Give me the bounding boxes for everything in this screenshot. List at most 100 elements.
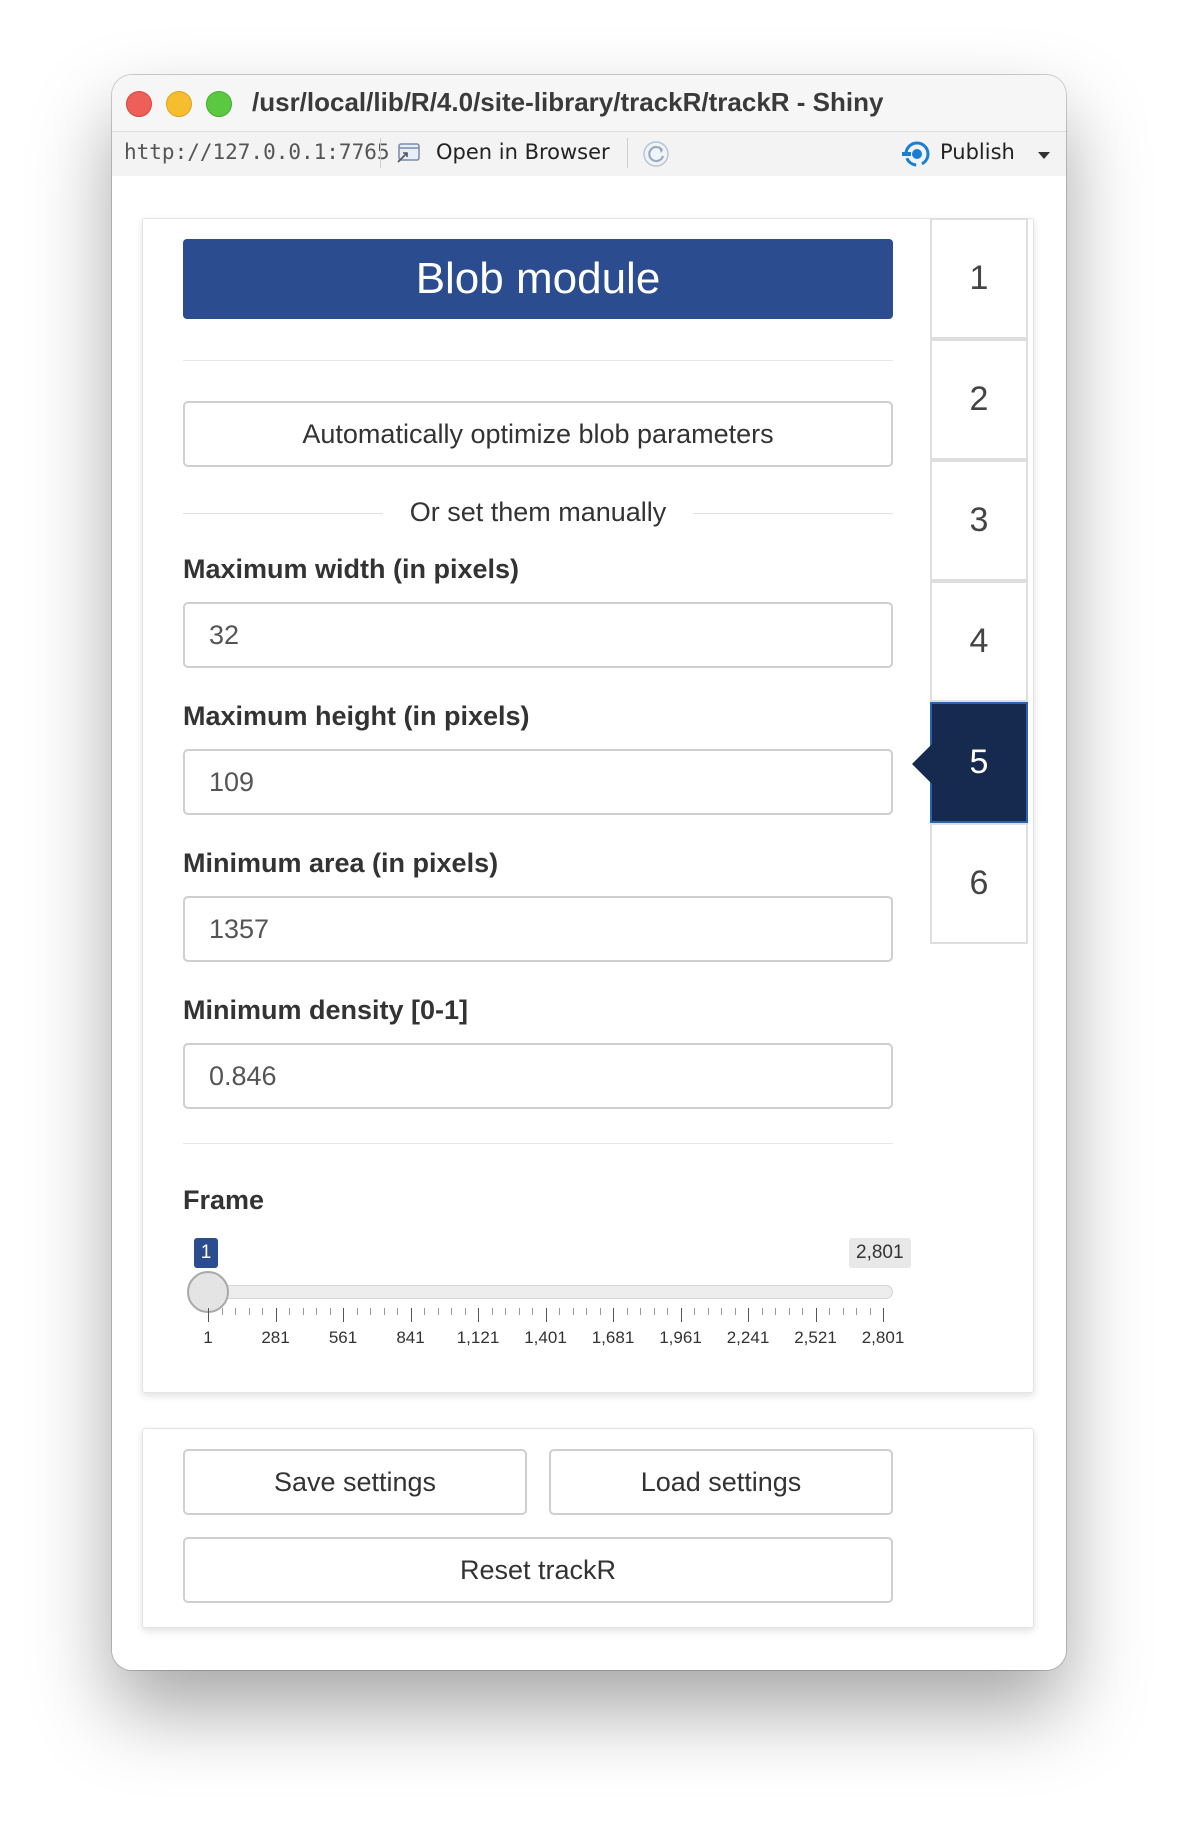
slider-minor-tick [437,1308,439,1315]
title-bar: /usr/local/lib/R/4.0/site-library/trackR… [112,75,1066,131]
module-title: Blob module [183,239,893,319]
slider-major-tick [410,1308,412,1322]
tab-2[interactable]: 2 [930,339,1028,460]
slider-minor-tick [829,1308,830,1315]
open-in-browser-icon[interactable] [396,142,422,164]
slider-minor-tick [761,1308,763,1315]
app-content: Blob module Automatically optimize blob … [112,176,1066,1670]
slider-major-tick [208,1308,209,1322]
toolbar-separator [380,138,381,168]
settings-panel: Save settings Load settings Reset trackR [142,1428,1034,1628]
slider-major-tick [883,1308,884,1322]
slider-minor-tick [707,1308,709,1315]
slider-minor-tick [775,1308,776,1315]
minimize-window-button[interactable] [166,91,192,117]
tab-4[interactable]: 4 [930,581,1028,702]
slider-minor-tick [667,1308,668,1315]
slider-minor-tick [599,1308,601,1315]
slider-tick-label: 1,121 [456,1328,500,1347]
divider [183,360,893,361]
slider-minor-tick [788,1308,790,1315]
max-width-input[interactable]: 32 [183,602,893,668]
slider-major-tick [343,1308,344,1322]
slider-minor-tick [235,1308,236,1315]
slider-minor-tick [424,1308,425,1315]
min-density-input[interactable]: 0.846 [183,1043,893,1109]
slider-minor-tick [802,1308,803,1315]
slider-minor-tick [464,1308,466,1315]
zoom-window-button[interactable] [206,91,232,117]
slider-minor-tick [586,1308,587,1315]
min-density-label: Minimum density [0-1] [183,995,469,1025]
active-tab-pointer [912,744,932,784]
save-settings-button[interactable]: Save settings [183,1449,527,1515]
tab-label: 5 [969,743,989,781]
slider-minor-tick [383,1308,385,1315]
slider-minor-tick [572,1308,574,1315]
slider-tick-label: 2,241 [726,1328,770,1347]
slider-tick-label: 1,681 [591,1328,635,1347]
tab-1[interactable]: 1 [930,218,1028,339]
slider-minor-tick [248,1308,250,1315]
slider-minor-tick [262,1308,263,1315]
tab-5-active[interactable]: 5 [912,702,1028,823]
slider-minor-tick [721,1308,722,1315]
close-window-button[interactable] [126,91,152,117]
frame-slider-track[interactable] [207,1285,893,1299]
chevron-down-icon[interactable] [1038,152,1050,159]
tab-6[interactable]: 6 [930,823,1028,944]
slider-minor-tick [559,1308,560,1315]
min-area-input[interactable]: 1357 [183,896,893,962]
slider-minor-tick [356,1308,358,1315]
slider-minor-tick [491,1308,493,1315]
slider-tick-label: 1 [203,1328,213,1347]
window-title: /usr/local/lib/R/4.0/site-library/trackR… [252,87,884,117]
blob-module-panel: Blob module Automatically optimize blob … [142,218,1034,1393]
slider-minor-tick [694,1308,695,1315]
slider-tick-label: 561 [328,1328,358,1347]
viewer-toolbar: http://127.0.0.1:7765 Open in Browser Pu… [112,131,1066,177]
slider-major-tick [815,1308,817,1322]
app-window: /usr/local/lib/R/4.0/site-library/trackR… [112,75,1066,1670]
slider-major-tick [680,1308,682,1322]
frame-slider-handle[interactable] [187,1271,229,1313]
slider-minor-tick [532,1308,533,1315]
tab-3[interactable]: 3 [930,460,1028,581]
slider-minor-tick [329,1308,331,1315]
slider-minor-tick [316,1308,317,1315]
slider-major-tick [748,1308,749,1322]
divider [183,1143,893,1144]
manual-divider-text: Or set them manually [409,497,667,527]
slider-tick-label: 281 [261,1328,290,1347]
min-area-label: Minimum area (in pixels) [183,848,499,878]
slider-minor-tick [397,1308,398,1315]
slider-major-tick [478,1308,479,1322]
slider-minor-tick [302,1308,304,1315]
refresh-icon[interactable] [642,140,670,168]
slider-minor-tick [518,1308,520,1315]
app-url[interactable]: http://127.0.0.1:7765 [124,140,390,164]
slider-minor-tick [451,1308,452,1315]
slider-tick-label: 1,401 [524,1328,567,1347]
slider-tick-label: 2,801 [861,1328,905,1347]
frame-label: Frame [183,1185,265,1215]
max-width-label: Maximum width (in pixels) [183,554,520,584]
max-height-label: Maximum height (in pixels) [183,701,530,731]
frame-slider-value: 1 [194,1238,218,1268]
load-settings-button[interactable]: Load settings [549,1449,893,1515]
slider-minor-tick [734,1308,736,1315]
optimize-blob-parameters-button[interactable]: Automatically optimize blob parameters [183,401,893,467]
slider-major-tick [613,1308,614,1322]
max-height-input[interactable]: 109 [183,749,893,815]
slider-minor-tick [653,1308,655,1315]
slider-minor-tick [869,1308,871,1315]
publish-icon[interactable] [902,140,932,168]
slider-major-tick [545,1308,547,1322]
open-in-browser-button[interactable]: Open in Browser [436,140,610,164]
reset-trackr-button[interactable]: Reset trackR [183,1537,893,1603]
slider-minor-tick [640,1308,641,1315]
slider-minor-tick [289,1308,290,1315]
publish-button[interactable]: Publish [940,140,1015,164]
slider-tick-label: 2,521 [794,1328,837,1347]
slider-minor-tick [626,1308,628,1315]
